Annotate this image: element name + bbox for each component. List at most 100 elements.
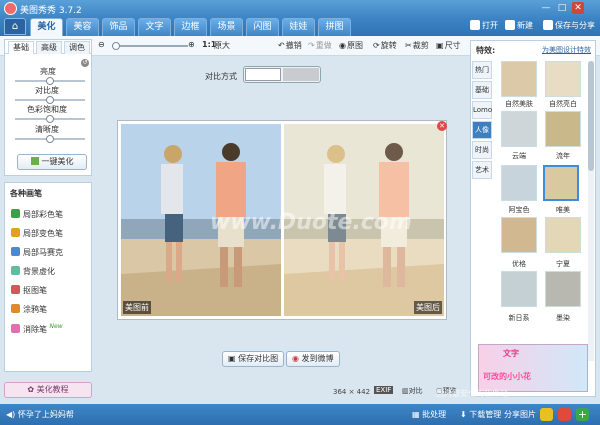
- effect-thumb[interactable]: [501, 165, 537, 201]
- app-title: 美图秀秀 3.7.2: [20, 6, 82, 16]
- zoom-slider[interactable]: [112, 45, 188, 47]
- adjust-panel: 基础 高级 调色 ↺ 亮度 对比度 色彩饱和度 清晰度 一键美化: [4, 39, 92, 176]
- redo-button[interactable]: ↷重做: [308, 40, 332, 51]
- save-share-button[interactable]: 保存与分享: [543, 20, 595, 31]
- post-weibo-button[interactable]: ◉ 发到微博: [286, 351, 340, 367]
- eye-icon: ◉: [339, 41, 346, 50]
- exif-button[interactable]: EXIF: [374, 386, 394, 394]
- reset-icon[interactable]: ↺: [81, 59, 89, 67]
- home-icon[interactable]: ⌂: [4, 18, 26, 35]
- magic-icon: [30, 157, 39, 165]
- speaker-icon: ◀): [6, 410, 18, 419]
- download-icon: ⬇: [460, 410, 470, 419]
- close-compare-icon[interactable]: ✕: [437, 121, 447, 131]
- tab-beautify[interactable]: 美化: [30, 18, 63, 36]
- zoom-slider-knob[interactable]: [112, 42, 120, 50]
- zoom-out-icon[interactable]: ⊖: [98, 40, 105, 49]
- compare-mode-toggle[interactable]: [243, 66, 321, 83]
- minimize-icon[interactable]: —: [540, 2, 552, 14]
- contrast-knob[interactable]: [46, 96, 54, 104]
- original-image-button[interactable]: ◉原图: [339, 40, 363, 51]
- tab-color[interactable]: 调色: [64, 41, 90, 54]
- effect-thumb[interactable]: [501, 217, 537, 253]
- effect-thumb[interactable]: [501, 111, 537, 147]
- maximize-icon[interactable]: □: [556, 2, 568, 14]
- download-manager-button[interactable]: ⬇ 下载管理: [460, 409, 501, 420]
- single-view-icon[interactable]: [283, 68, 319, 81]
- tab-basic[interactable]: 基础: [8, 41, 34, 54]
- effect-name: 唯美: [556, 206, 570, 214]
- tab-advanced[interactable]: 高级: [36, 41, 62, 54]
- tab-decoration[interactable]: 饰品: [102, 18, 135, 36]
- blur-brush-icon: [11, 266, 20, 275]
- tab-face[interactable]: 美容: [66, 18, 99, 36]
- promo-banner[interactable]: 文字 可改的小小花: [478, 344, 588, 392]
- one-click-beautify-button[interactable]: 一键美化: [17, 154, 87, 170]
- side-by-side-icon[interactable]: [245, 68, 281, 81]
- crop-button[interactable]: ✂裁剪: [405, 40, 429, 51]
- brush-item[interactable]: 涂鸦笔: [11, 304, 47, 315]
- brightness-knob[interactable]: [46, 77, 54, 85]
- effects-title: 特效:: [476, 46, 496, 55]
- tab-scene[interactable]: 场景: [210, 18, 243, 36]
- tutorial-button[interactable]: ✿ 美化教程: [4, 382, 92, 398]
- effect-thumb[interactable]: [501, 271, 537, 307]
- compare-view-button[interactable]: ▥对比: [402, 386, 423, 396]
- category-lomo[interactable]: Lomo: [472, 101, 492, 119]
- effect-thumb[interactable]: [545, 111, 581, 147]
- tab-collage[interactable]: 拼图: [318, 18, 351, 36]
- effect-thumb[interactable]: [501, 61, 537, 97]
- tab-frame[interactable]: 边框: [174, 18, 207, 36]
- compare-icon: ▥: [402, 387, 409, 395]
- brush-item[interactable]: 局部彩色笔: [11, 209, 63, 220]
- effect-thumb[interactable]: [545, 217, 581, 253]
- brush-item[interactable]: 抠图笔: [11, 285, 47, 296]
- design-effects-link[interactable]: 为美图设计特效: [542, 45, 591, 55]
- rotate-button[interactable]: ⟳旋转: [373, 40, 397, 51]
- brush-item[interactable]: 背景虚化: [11, 266, 55, 277]
- close-window-icon[interactable]: ✕: [572, 2, 584, 14]
- effect-thumb[interactable]: [545, 61, 581, 97]
- brush-panel-title: 各种画笔: [10, 189, 42, 198]
- contrast-label: 对比度: [35, 86, 59, 95]
- category-hot[interactable]: 热门: [472, 61, 492, 79]
- original-size-button[interactable]: 原大: [214, 40, 230, 51]
- effect-thumb-selected[interactable]: [543, 165, 579, 201]
- resize-icon: ▣: [436, 41, 444, 50]
- category-fashion[interactable]: 时尚: [472, 141, 492, 159]
- open-button[interactable]: 打开: [470, 20, 498, 31]
- brush-item[interactable]: 局部变色笔: [11, 228, 63, 239]
- brush-item[interactable]: 局部马赛克: [11, 247, 63, 258]
- sharpness-knob[interactable]: [46, 135, 54, 143]
- after-label: 美图后: [414, 301, 442, 314]
- batch-button[interactable]: ▦ 批处理: [412, 409, 446, 420]
- weibo-share-icon[interactable]: [558, 408, 571, 421]
- tab-text[interactable]: 文字: [138, 18, 171, 36]
- category-portrait[interactable]: 人像: [472, 121, 492, 139]
- new-button[interactable]: 新建: [505, 20, 533, 31]
- tab-doll[interactable]: 娃娃: [282, 18, 315, 36]
- effect-name: 宁夏: [556, 260, 570, 268]
- saturation-label: 色彩饱和度: [27, 105, 67, 114]
- status-message[interactable]: ◀) 怀孕了上妈妈帮: [6, 409, 74, 420]
- app-logo-icon: [4, 2, 17, 15]
- brush-item[interactable]: 消除笔 New: [11, 323, 63, 335]
- zoom-in-icon[interactable]: ⊕: [188, 40, 195, 49]
- effects-scroll-thumb[interactable]: [588, 61, 594, 171]
- eraser-brush-icon: [11, 324, 20, 333]
- weibo-icon: ◉: [292, 354, 302, 363]
- resize-button[interactable]: ▣尺寸: [436, 40, 461, 51]
- share-images-button[interactable]: 分享图片: [504, 409, 536, 420]
- effect-thumb[interactable]: [545, 271, 581, 307]
- add-icon[interactable]: +: [576, 408, 589, 421]
- category-art[interactable]: 艺术: [472, 161, 492, 179]
- undo-button[interactable]: ↶撤销: [278, 40, 302, 51]
- star-icon[interactable]: [540, 408, 553, 421]
- saturation-knob[interactable]: [46, 115, 54, 123]
- tab-flash[interactable]: 闪图: [246, 18, 279, 36]
- flower-icon: ✿: [27, 385, 37, 394]
- effects-scrollbar[interactable]: [588, 61, 594, 361]
- new-badge: New: [49, 323, 63, 330]
- category-basic[interactable]: 基础: [472, 81, 492, 99]
- save-compare-button[interactable]: ▣ 保存对比图: [222, 351, 285, 367]
